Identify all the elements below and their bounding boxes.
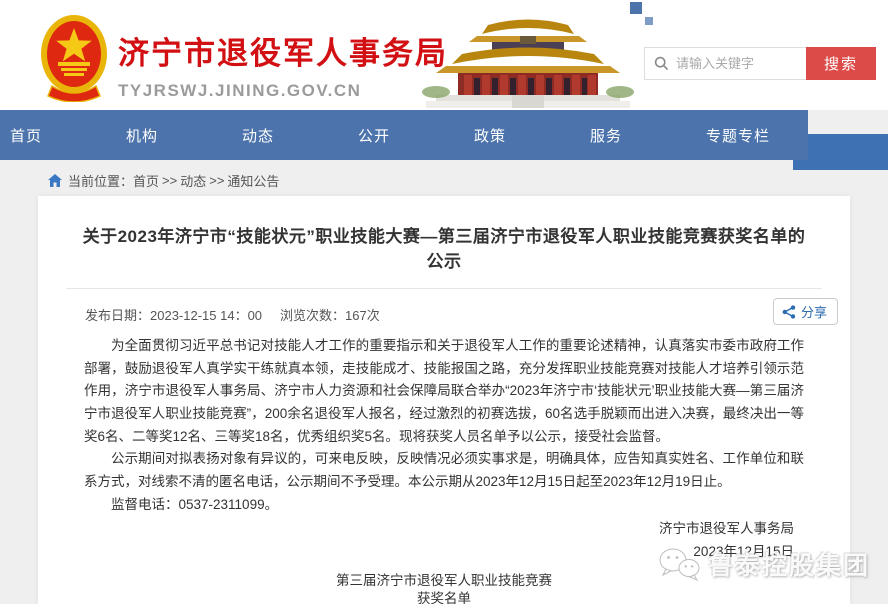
share-button[interactable]: 分享 xyxy=(773,298,838,325)
nav-item-home[interactable]: 首页 xyxy=(10,125,126,146)
breadcrumb-notice[interactable]: 通知公告 xyxy=(227,171,279,190)
breadcrumb: 当前位置： 首页 >> 动态 >> 通知公告 xyxy=(48,170,279,190)
nav-item-service[interactable]: 服务 xyxy=(590,125,706,146)
publish-date: 发布日期：2023-12-15 14：00 xyxy=(85,305,262,324)
share-label: 分享 xyxy=(801,302,827,321)
share-icon xyxy=(782,305,796,319)
breadcrumb-home[interactable]: 首页 xyxy=(133,171,159,190)
awards-table-title-line1: 第三届济宁市退役军人职业技能竞赛 xyxy=(38,572,850,590)
nav-item-org[interactable]: 机构 xyxy=(126,125,242,146)
home-icon xyxy=(48,174,62,187)
paragraph: 为全面贯彻习近平总书记对技能人才工作的重要指示和关于退役军人工作的重要论述精神，… xyxy=(84,335,804,448)
signature-date: 2023年12月15日 xyxy=(38,541,794,564)
article-card: 关于2023年济宁市“技能状元”职业技能大赛—第三届济宁市退役军人职业技能竞赛获… xyxy=(38,196,850,604)
palace-photo xyxy=(422,6,634,108)
search-button[interactable]: 搜索 xyxy=(806,47,876,80)
decor-square xyxy=(630,2,642,14)
search-icon xyxy=(654,56,669,71)
awards-table-title-line2: 获奖名单 xyxy=(38,590,850,604)
paragraph: 公示期间对拟表扬对象有异议的，可来电反映，反映情况必须实事求是，明确具体，应告知… xyxy=(84,448,804,493)
view-count: 浏览次数：167次 xyxy=(280,305,380,324)
nav-item-news[interactable]: 动态 xyxy=(242,125,358,146)
main-nav: 首页 机构 动态 公开 政策 服务 专题专栏 xyxy=(0,110,808,160)
divider xyxy=(66,288,822,289)
site-header: 济宁市退役军人事务局 TYJRSWJ.JINING.GOV.CN xyxy=(0,0,888,110)
site-title: 济宁市退役军人事务局 xyxy=(118,28,448,73)
signature-org: 济宁市退役军人事务局 xyxy=(38,518,794,541)
awards-table-title: 第三届济宁市退役军人职业技能竞赛 获奖名单 xyxy=(38,572,850,604)
article-body: 为全面贯彻习近平总书记对技能人才工作的重要指示和关于退役军人工作的重要论述精神，… xyxy=(38,331,850,516)
national-emblem-icon xyxy=(40,14,108,102)
article-meta: 发布日期：2023-12-15 14：00 浏览次数：167次 分享 xyxy=(38,295,850,331)
decor-square xyxy=(645,17,653,25)
paragraph: 监督电话：0537-2311099。 xyxy=(84,494,804,517)
breadcrumb-news[interactable]: 动态 xyxy=(180,171,206,190)
nav-item-policy[interactable]: 政策 xyxy=(474,125,590,146)
breadcrumb-separator: >> xyxy=(162,173,177,188)
site-brand: 济宁市退役军人事务局 TYJRSWJ.JINING.GOV.CN xyxy=(118,28,448,101)
article-signature: 济宁市退役军人事务局 2023年12月15日 xyxy=(38,516,850,564)
search-box xyxy=(644,47,806,80)
site-search: 搜索 xyxy=(644,47,876,80)
search-input[interactable] xyxy=(676,56,794,71)
breadcrumb-separator: >> xyxy=(209,173,224,188)
nav-item-special[interactable]: 专题专栏 xyxy=(706,125,770,146)
nav-item-disclosure[interactable]: 公开 xyxy=(358,125,474,146)
article-title: 关于2023年济宁市“技能状元”职业技能大赛—第三届济宁市退役军人职业技能竞赛获… xyxy=(38,222,850,272)
site-url: TYJRSWJ.JINING.GOV.CN xyxy=(118,81,448,101)
breadcrumb-prefix: 当前位置： xyxy=(68,171,133,190)
